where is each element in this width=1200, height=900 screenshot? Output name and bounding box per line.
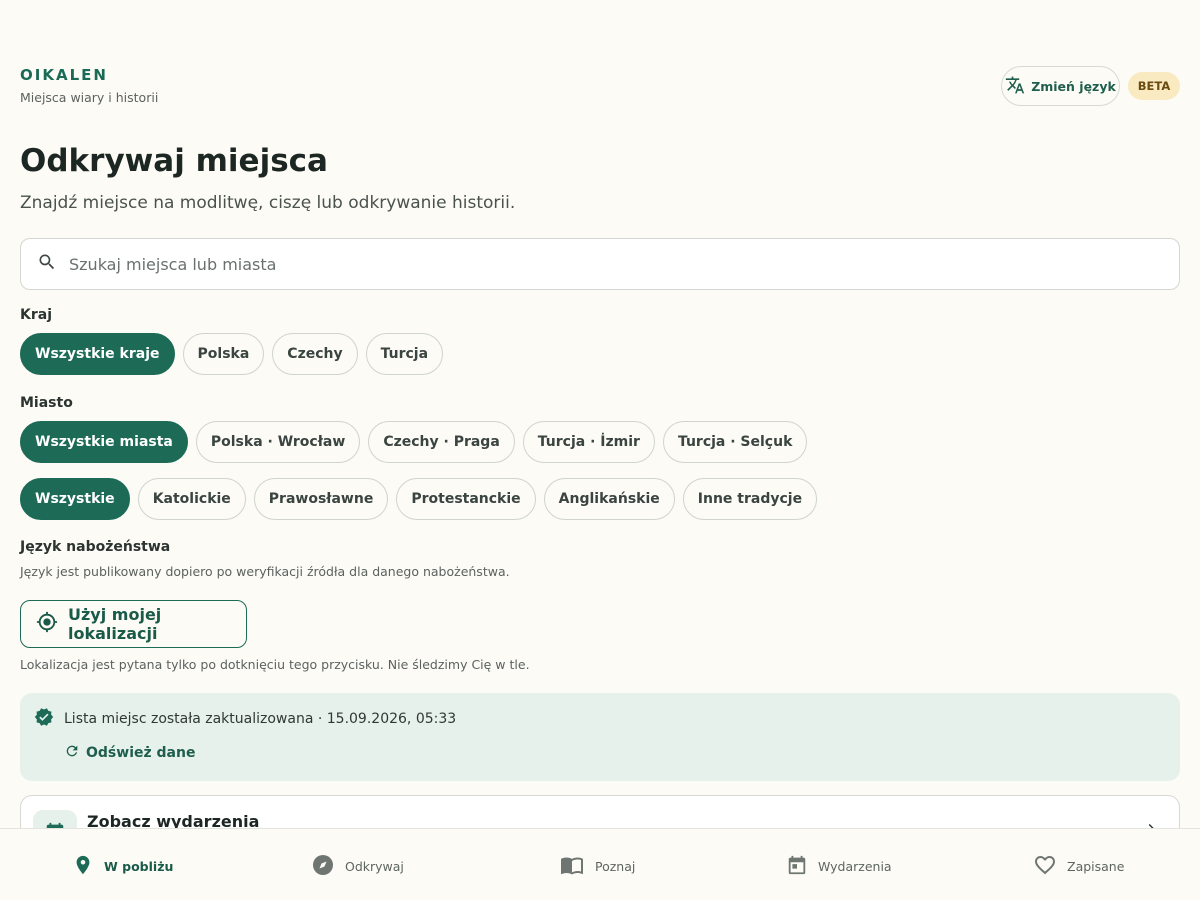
verified-check-icon <box>34 707 54 731</box>
my-location-icon <box>36 611 58 637</box>
tradition-chips: Wszystkie Katolickie Prawosławne Protest… <box>20 478 818 520</box>
refresh-icon <box>64 743 80 763</box>
compass-icon <box>311 853 335 880</box>
chip-city-all[interactable]: Wszystkie miasta <box>20 421 188 463</box>
nav-label-events: Wydarzenia <box>818 859 892 874</box>
location-pin-icon <box>72 853 94 880</box>
chip-country-czechia[interactable]: Czechy <box>272 333 358 375</box>
chip-tradition-other[interactable]: Inne tradycje <box>682 478 818 520</box>
nav-label-nearby: W pobliżu <box>104 859 174 874</box>
chip-tradition-catholic[interactable]: Katolickie <box>137 478 246 520</box>
heart-icon <box>1033 853 1057 880</box>
refresh-label: Odśwież dane <box>86 745 196 761</box>
nav-item-nearby[interactable]: W pobliżu <box>72 853 173 880</box>
chip-country-poland[interactable]: Polska <box>182 333 265 375</box>
nav-item-learn[interactable]: Poznaj <box>559 853 635 880</box>
chip-country-turkey[interactable]: Turcja <box>365 333 444 375</box>
nav-item-events[interactable]: Wydarzenia <box>786 853 892 880</box>
search-box[interactable] <box>20 238 1180 290</box>
nav-label-discover: Odkrywaj <box>345 859 404 874</box>
chip-country-all[interactable]: Wszystkie kraje <box>20 333 175 375</box>
status-message: Lista miejsc została zaktualizowana · 15… <box>64 711 457 727</box>
nav-item-discover[interactable]: Odkrywaj <box>311 853 404 880</box>
country-chips: Wszystkie kraje Polska Czechy Turcja <box>20 333 444 375</box>
nav-label-saved: Zapisane <box>1067 859 1125 874</box>
nav-item-saved[interactable]: Zapisane <box>1033 853 1124 880</box>
page-subtitle: Znajdź miejsce na modlitwę, ciszę lub od… <box>20 193 516 213</box>
country-label: Kraj <box>20 307 52 323</box>
brand-name: OIKALEN <box>20 66 108 84</box>
use-location-button[interactable]: Użyj mojej lokalizacji <box>20 600 247 648</box>
service-language-help: Język jest publikowany dopiero po weryfi… <box>20 564 510 579</box>
chip-tradition-all[interactable]: Wszystkie <box>20 478 130 520</box>
chip-city-praha[interactable]: Czechy · Praga <box>368 421 515 463</box>
city-chips: Wszystkie miasta Polska · Wrocław Czechy… <box>20 421 808 463</box>
search-icon <box>37 252 57 276</box>
refresh-data-button[interactable]: Odśwież dane <box>64 743 195 763</box>
use-location-label: Użyj mojej lokalizacji <box>68 605 162 643</box>
chip-tradition-orthodox[interactable]: Prawosławne <box>253 478 389 520</box>
chip-city-wroclaw[interactable]: Polska · Wrocław <box>195 421 361 463</box>
chip-tradition-anglican[interactable]: Anglikańskie <box>543 478 675 520</box>
brand: OIKALEN Miejsca wiary i historii <box>20 66 158 105</box>
location-note: Lokalizacja jest pytana tylko po dotknię… <box>20 657 530 672</box>
bottom-navigation: W pobliżu Odkrywaj Poznaj Wydarzenia Zap… <box>0 828 1200 900</box>
calendar-icon <box>786 853 808 880</box>
search-input[interactable] <box>69 254 1129 274</box>
change-language-button[interactable]: Zmień język <box>1001 66 1120 106</box>
beta-badge: BETA <box>1128 72 1180 100</box>
book-icon <box>559 853 585 880</box>
change-language-label: Zmień język <box>1031 78 1116 94</box>
chip-city-izmir[interactable]: Turcja · İzmir <box>522 421 655 463</box>
brand-tagline: Miejsca wiary i historii <box>20 90 159 105</box>
chip-city-selcuk[interactable]: Turcja · Selçuk <box>662 421 808 463</box>
city-label: Miasto <box>20 395 73 411</box>
service-language-label: Język nabożeństwa <box>20 539 171 555</box>
page-title: Odkrywaj miejsca <box>20 143 328 179</box>
status-row: Lista miejsc została zaktualizowana · 15… <box>34 707 456 731</box>
update-status-panel: Lista miejsc została zaktualizowana · 15… <box>20 693 1180 781</box>
translate-icon <box>1005 75 1025 98</box>
chip-tradition-protestant[interactable]: Protestanckie <box>396 478 536 520</box>
nav-label-learn: Poznaj <box>595 859 636 874</box>
